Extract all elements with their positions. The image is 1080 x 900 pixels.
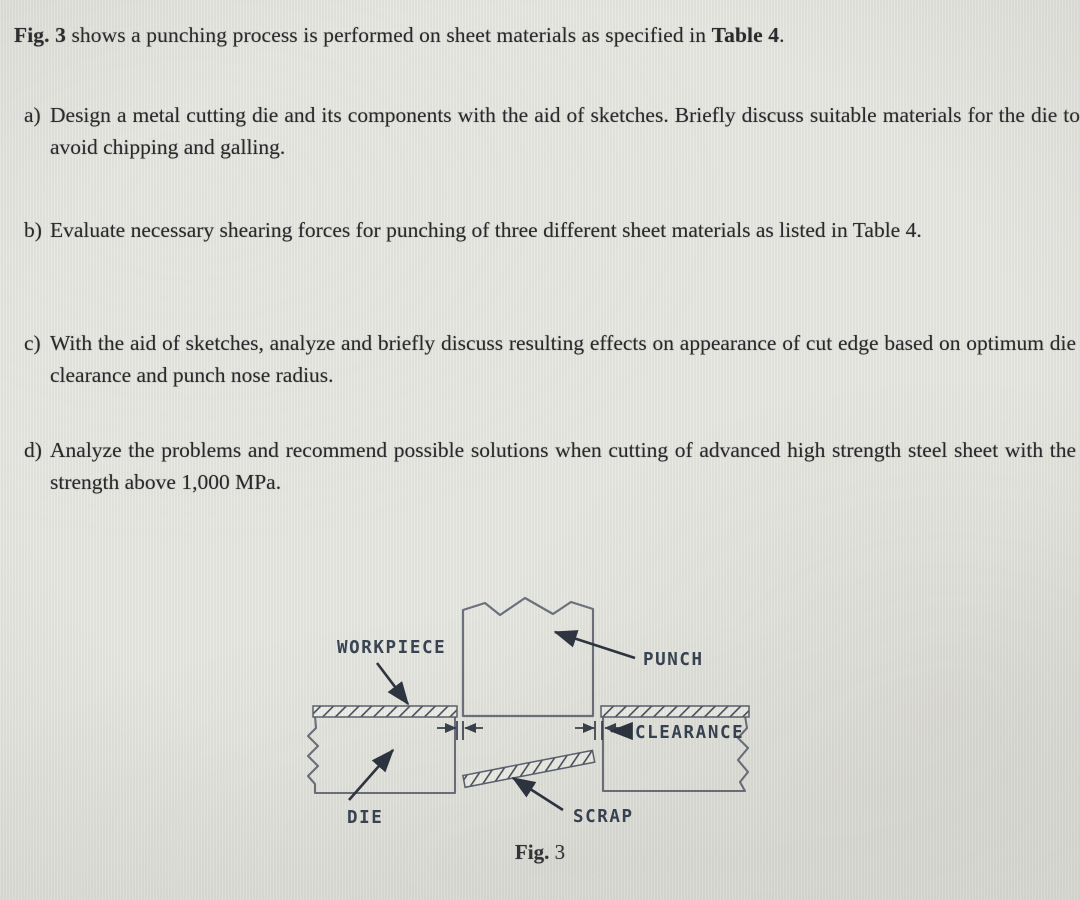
item-marker-b: b)	[24, 218, 42, 242]
punch-body	[461, 596, 595, 718]
label-clearance: CLEARANCE	[635, 723, 744, 743]
intro-table-reference: Table 4	[711, 23, 780, 47]
item-text-a: Design a metal cutting die and its compo…	[50, 103, 1080, 159]
punching-diagram-svg: WORKPIECE PUNCH DIE CLEARANCE SCRAP	[306, 596, 750, 828]
left-die-block	[306, 714, 457, 795]
item-marker-d: d)	[24, 438, 42, 462]
item-text-c: With the aid of sketches, analyze and br…	[50, 331, 1076, 387]
clearance-dimension-arrows	[437, 721, 622, 740]
figure-caption-number: 3	[549, 840, 566, 864]
item-marker-c: c)	[24, 331, 41, 355]
punch-leader-arrow	[553, 630, 636, 660]
workpiece-left-segment	[312, 705, 458, 718]
figure-caption-prefix: Fig.	[514, 840, 550, 864]
intro-end-text: .	[779, 23, 785, 47]
punching-process-figure: WORKPIECE PUNCH DIE CLEARANCE SCRAP Fig.…	[285, 588, 795, 893]
scrap-leader-arrow	[511, 776, 564, 812]
label-scrap: SCRAP	[573, 807, 634, 827]
figure-caption: Fig. 3	[285, 840, 795, 865]
item-text-b: Evaluate necessary shearing forces for p…	[50, 218, 922, 242]
question-item-c: c) With the aid of sketches, analyze and…	[14, 328, 1076, 391]
label-workpiece: WORKPIECE	[337, 638, 446, 658]
label-punch: PUNCH	[643, 650, 704, 670]
question-item-a: a) Design a metal cutting die and its co…	[14, 100, 1080, 163]
label-die: DIE	[347, 808, 383, 828]
intro-fig-reference: Fig. 3	[14, 23, 66, 47]
item-text-d: Analyze the problems and recommend possi…	[50, 438, 1076, 494]
intro-middle-text: shows a punching process is performed on…	[65, 23, 712, 47]
scrap-piece	[461, 749, 596, 789]
question-item-d: d) Analyze the problems and recommend po…	[14, 435, 1076, 498]
item-marker-a: a)	[24, 103, 41, 127]
question-item-b: b) Evaluate necessary shearing forces fo…	[14, 215, 1080, 247]
workpiece-right-segment	[600, 705, 750, 718]
intro-paragraph: Fig. 3 shows a punching process is perfo…	[14, 20, 1074, 51]
workpiece-leader-arrow	[375, 662, 410, 706]
